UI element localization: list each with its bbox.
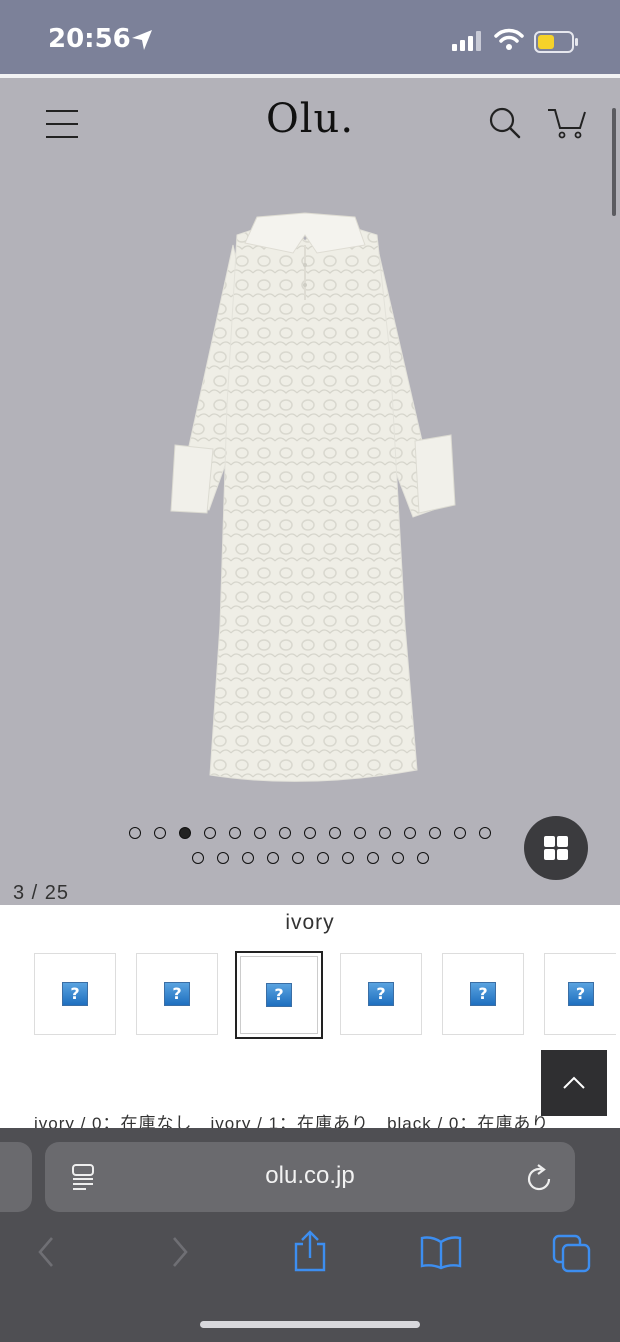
- missing-image-icon: ?: [62, 982, 88, 1006]
- status-time: 20:56: [48, 24, 131, 54]
- selected-color-label: ivory: [285, 911, 335, 934]
- menu-icon[interactable]: [46, 110, 78, 138]
- carousel-dot[interactable]: [129, 827, 141, 839]
- carousel-dot[interactable]: [416, 852, 429, 864]
- carousel-dot[interactable]: [404, 827, 416, 839]
- signal-icon: [452, 31, 481, 51]
- search-icon[interactable]: [488, 106, 522, 140]
- carousel-dot[interactable]: [429, 827, 441, 839]
- carousel-dot[interactable]: [329, 827, 341, 839]
- reload-icon[interactable]: [526, 1163, 554, 1193]
- location-arrow-icon: [132, 30, 152, 50]
- wifi-icon: [494, 28, 524, 50]
- grid-icon: [544, 836, 568, 860]
- tabs-icon[interactable]: [552, 1234, 592, 1274]
- back-icon[interactable]: [34, 1232, 58, 1272]
- carousel-dot[interactable]: [279, 827, 291, 839]
- scrollbar[interactable]: [612, 108, 616, 216]
- carousel-dot[interactable]: [191, 852, 204, 864]
- color-swatch[interactable]: ?: [34, 953, 116, 1035]
- previous-tab-card[interactable]: [0, 1142, 32, 1212]
- url-text[interactable]: olu.co.jp: [45, 1162, 575, 1190]
- carousel-dot[interactable]: [391, 852, 404, 864]
- carousel-dot[interactable]: [354, 827, 366, 839]
- carousel-dot[interactable]: [204, 827, 216, 839]
- carousel-dot[interactable]: [304, 827, 316, 839]
- carousel-dot[interactable]: [229, 827, 241, 839]
- carousel-dot[interactable]: [366, 852, 379, 864]
- color-swatch[interactable]: ?: [442, 953, 524, 1035]
- chevron-up-icon: [563, 1076, 585, 1089]
- carousel-dot[interactable]: [154, 827, 166, 839]
- brand-logo[interactable]: Olu.: [240, 96, 380, 142]
- carousel-dot[interactable]: [479, 827, 491, 839]
- back-to-top-button[interactable]: [541, 1050, 607, 1116]
- share-icon[interactable]: [292, 1230, 328, 1274]
- carousel-dot[interactable]: [241, 852, 254, 864]
- product-image[interactable]: [165, 205, 460, 785]
- color-swatch[interactable]: ?: [136, 953, 218, 1035]
- cart-icon[interactable]: [546, 104, 588, 140]
- carousel-dot[interactable]: [379, 827, 391, 839]
- carousel-dots[interactable]: [110, 827, 510, 877]
- carousel-dot[interactable]: [291, 852, 304, 864]
- carousel-dot[interactable]: [316, 852, 329, 864]
- home-indicator: [200, 1321, 420, 1328]
- missing-image-icon: ?: [470, 982, 496, 1006]
- carousel-dot[interactable]: [454, 827, 466, 839]
- status-bar: 20:56: [0, 0, 620, 76]
- missing-image-icon: ?: [164, 982, 190, 1006]
- color-swatch[interactable]: ?: [340, 953, 422, 1035]
- grid-view-button[interactable]: [524, 816, 588, 880]
- missing-image-icon: ?: [266, 983, 292, 1007]
- carousel-dot-active[interactable]: [179, 827, 191, 839]
- slide-counter: 3 / 25: [13, 882, 70, 904]
- missing-image-icon: ?: [567, 982, 594, 1006]
- battery-icon: [534, 31, 578, 53]
- carousel-dot[interactable]: [341, 852, 354, 864]
- carousel-dot[interactable]: [266, 852, 279, 864]
- bookmarks-icon[interactable]: [420, 1234, 462, 1270]
- forward-icon[interactable]: [168, 1232, 192, 1272]
- missing-image-icon: ?: [368, 982, 394, 1006]
- color-swatch[interactable]: ?: [544, 953, 616, 1035]
- carousel-dot[interactable]: [254, 827, 266, 839]
- color-swatch-selected[interactable]: ?: [235, 951, 323, 1039]
- carousel-dot[interactable]: [216, 852, 229, 864]
